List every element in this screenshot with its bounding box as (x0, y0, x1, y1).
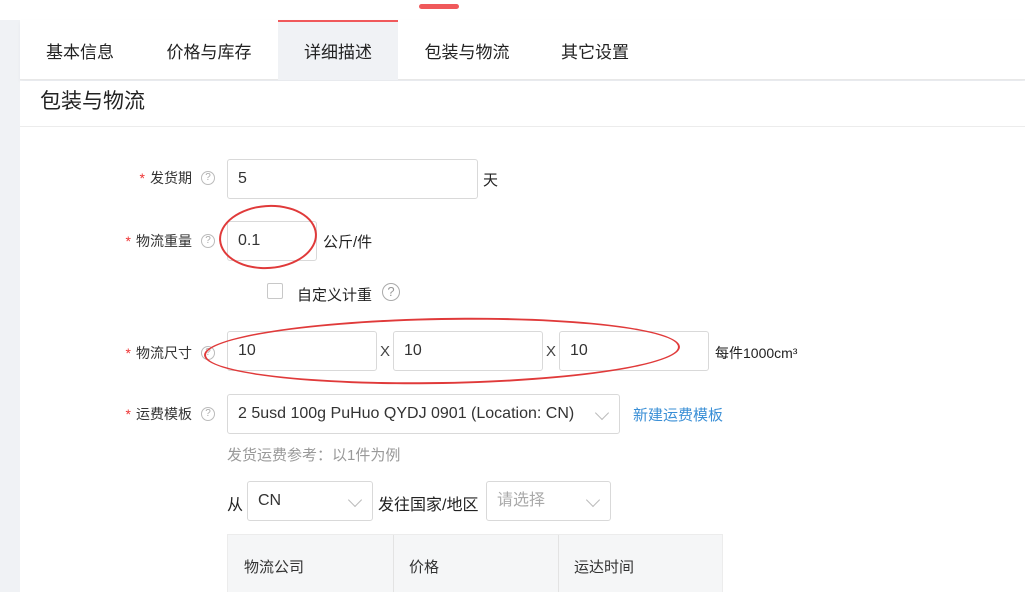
shipping-template-value: 2 5usd 100g PuHuo QYDJ 0901 (Location: C… (238, 405, 575, 422)
section-divider (20, 126, 1025, 127)
height-input[interactable]: 10 (559, 331, 709, 371)
from-label: 从 (227, 497, 244, 514)
custom-weight-checkbox[interactable] (267, 283, 283, 299)
dimensions-label: * 物流尺寸 (125, 345, 192, 361)
required-mark: * (125, 233, 131, 249)
form-panel: 包装与物流 * 发货期 ? 5 天 * 物流重量 ? 0.1 公斤/件 自定义计重 … (20, 81, 1025, 592)
column-header-carrier: 物流公司 (244, 559, 305, 576)
destination-placeholder: 请选择 (497, 492, 546, 509)
dimension-separator: X (380, 343, 391, 360)
required-mark: * (125, 345, 131, 361)
shipping-cost-table: 物流公司 价格 运达时间 (227, 534, 723, 592)
tab-bar: 基本信息 价格与库存 详细描述 包装与物流 其它设置 (20, 20, 1025, 80)
weight-unit: 公斤/件 (323, 234, 373, 251)
weight-help-icon[interactable]: ? (201, 234, 215, 248)
tab-price-stock[interactable]: 价格与库存 (140, 20, 278, 80)
tab-packaging-logistics[interactable]: 包装与物流 (398, 20, 536, 80)
custom-weight-label: 自定义计重 (297, 287, 373, 304)
required-mark: * (139, 170, 145, 186)
chevron-down-icon (347, 492, 363, 508)
shipping-template-select[interactable]: 2 5usd 100g PuHuo QYDJ 0901 (Location: C… (227, 394, 620, 434)
tab-basic-info[interactable]: 基本信息 (20, 20, 140, 80)
destination-country-select[interactable]: 请选择 (486, 481, 611, 521)
dimension-separator: X (546, 343, 557, 360)
delivery-help-icon[interactable]: ? (201, 171, 215, 185)
origin-country-value: CN (258, 492, 282, 509)
delivery-days-input[interactable]: 5 (227, 159, 478, 199)
delivery-unit: 天 (483, 172, 499, 189)
origin-country-select[interactable]: CN (247, 481, 373, 521)
column-header-delivery-time: 运达时间 (574, 559, 635, 576)
required-mark: * (125, 406, 131, 422)
new-template-link[interactable]: 新建运费模板 (633, 404, 723, 425)
length-input[interactable]: 10 (227, 331, 377, 371)
custom-weight-help-icon[interactable]: ? (382, 283, 400, 301)
width-input[interactable]: 10 (393, 331, 543, 371)
dimensions-unit: 每件1000cm³ (715, 345, 798, 361)
section-title: 包装与物流 (40, 90, 145, 113)
top-bar (0, 0, 1025, 20)
shipping-reference-hint: 发货运费参考：以1件为例 (227, 447, 401, 464)
destination-label: 发往国家/地区 (378, 497, 479, 514)
top-accent-bar (419, 4, 459, 9)
delivery-label: * 发货期 (139, 170, 192, 186)
left-gutter (0, 20, 20, 592)
tab-detail-description[interactable]: 详细描述 (278, 20, 398, 80)
weight-label: * 物流重量 (125, 233, 192, 249)
chevron-down-icon (585, 492, 601, 508)
chevron-down-icon (594, 405, 610, 421)
tab-other-settings[interactable]: 其它设置 (536, 20, 654, 80)
weight-input[interactable]: 0.1 (227, 221, 317, 261)
dimensions-help-icon[interactable]: ? (201, 346, 215, 360)
column-header-price: 价格 (409, 559, 440, 576)
template-label: * 运费模板 (125, 406, 192, 422)
template-help-icon[interactable]: ? (201, 407, 215, 421)
